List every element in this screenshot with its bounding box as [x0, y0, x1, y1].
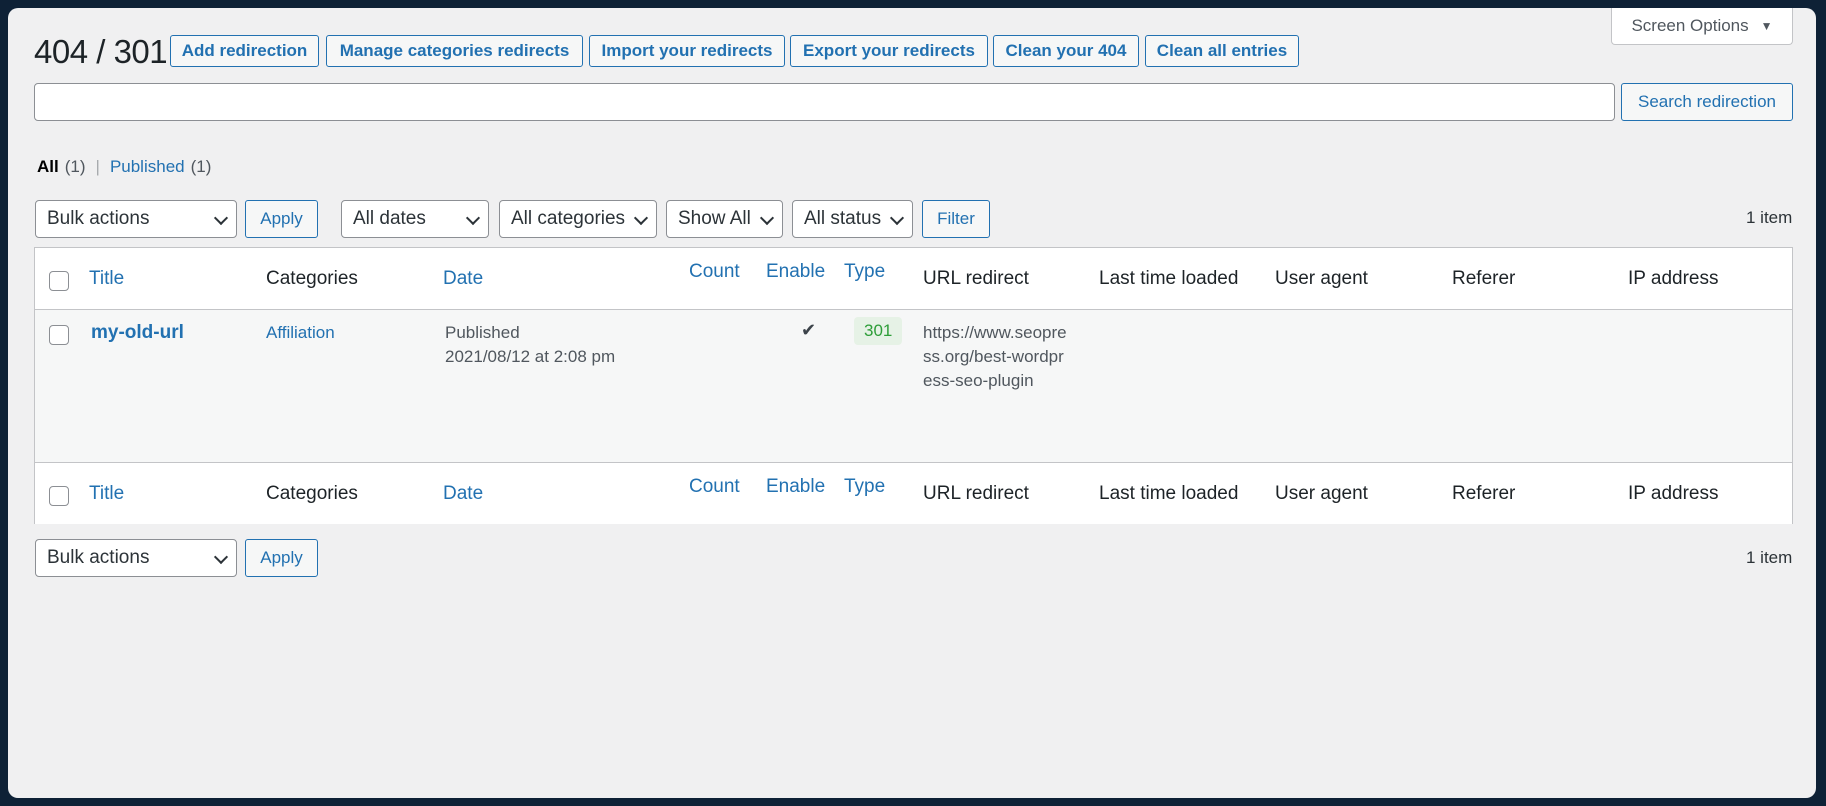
apply-button-bottom[interactable]: Apply: [245, 539, 318, 577]
row-date-value: 2021/08/12 at 2:08 pm: [445, 347, 616, 366]
column-categories-footer: Categories: [266, 483, 358, 504]
apply-button-top[interactable]: Apply: [245, 200, 318, 238]
items-count-top: 1 item: [1746, 208, 1793, 227]
select-all-checkbox-footer[interactable]: [49, 486, 69, 506]
bulk-actions-value-bottom: Bulk actions: [47, 547, 150, 568]
row-title-link[interactable]: my-old-url: [91, 321, 184, 345]
bulk-actions-select-top[interactable]: Bulk actions: [35, 200, 237, 238]
checkmark-icon: ✔: [801, 320, 817, 340]
export-redirects-button[interactable]: Export your redirects: [790, 35, 988, 67]
manage-categories-redirects-button[interactable]: Manage categories redirects: [326, 35, 583, 67]
column-user-agent-footer: User agent: [1275, 483, 1368, 504]
column-categories: Categories: [266, 268, 358, 289]
column-title[interactable]: Title: [89, 268, 124, 290]
table-header: Title Categories Date Count Enable Type …: [35, 248, 1792, 310]
column-date[interactable]: Date: [443, 268, 483, 290]
column-count-footer[interactable]: Count: [689, 476, 740, 498]
show-filter-value: Show All: [678, 208, 751, 229]
chevron-down-icon: [759, 210, 775, 226]
status-filter-select[interactable]: All status: [792, 200, 913, 238]
clean-404-button[interactable]: Clean your 404: [993, 35, 1139, 67]
type-badge: 301: [854, 317, 903, 345]
column-last-time-loaded-footer: Last time loaded: [1099, 483, 1239, 504]
column-ip-address-footer: IP address: [1628, 483, 1719, 504]
page-title: 404 / 301: [34, 33, 168, 70]
column-title-footer[interactable]: Title: [89, 483, 124, 505]
items-count-bottom: 1 item: [1746, 548, 1793, 567]
bulk-actions-select-bottom[interactable]: Bulk actions: [35, 539, 237, 577]
column-last-time-loaded: Last time loaded: [1099, 268, 1239, 289]
row-date-status: Published: [445, 323, 520, 342]
categories-filter-value: All categories: [511, 208, 626, 229]
redirections-table: Title Categories Date Count Enable Type …: [34, 247, 1793, 524]
chevron-down-icon: [465, 210, 481, 226]
column-url-redirect: URL redirect: [923, 268, 1029, 289]
status-views: All (1) | Published (1): [37, 157, 211, 177]
column-date-footer[interactable]: Date: [443, 483, 483, 505]
chevron-down-icon: [213, 210, 229, 226]
bulk-actions-value: Bulk actions: [47, 208, 150, 229]
chevron-down-icon: [213, 549, 229, 565]
row-url-redirect: https://www.seopress.org/best-wordpress-…: [923, 323, 1067, 390]
search-redirection-button[interactable]: Search redirection: [1621, 83, 1793, 121]
categories-filter-select[interactable]: All categories: [499, 200, 657, 238]
column-type-footer[interactable]: Type: [844, 476, 885, 498]
chevron-down-icon: [633, 210, 649, 226]
row-date: Published 2021/08/12 at 2:08 pm: [445, 321, 615, 369]
search-input[interactable]: [34, 83, 1615, 121]
column-ip-address: IP address: [1628, 268, 1719, 289]
view-published-count: (1): [190, 157, 212, 176]
column-referer: Referer: [1452, 268, 1516, 289]
admin-page: 404 / 301 Add redirection Manage categor…: [8, 8, 1816, 798]
screen-options-button[interactable]: Screen Options ▼: [1611, 8, 1793, 45]
table-row: my-old-url Affiliation Published 2021/08…: [35, 310, 1792, 462]
triangle-down-icon: ▼: [1760, 19, 1773, 33]
import-redirects-button[interactable]: Import your redirects: [589, 35, 785, 67]
screen-options-label: Screen Options: [1631, 16, 1749, 35]
add-redirection-button[interactable]: Add redirection: [170, 35, 319, 67]
views-separator: |: [95, 157, 100, 176]
status-filter-value: All status: [804, 208, 882, 229]
dates-filter-select[interactable]: All dates: [341, 200, 489, 238]
show-filter-select[interactable]: Show All: [666, 200, 783, 238]
row-category-link[interactable]: Affiliation: [266, 321, 335, 345]
dates-filter-value: All dates: [353, 208, 426, 229]
view-published-link[interactable]: Published: [110, 157, 185, 177]
clean-all-entries-button[interactable]: Clean all entries: [1145, 35, 1299, 67]
row-checkbox[interactable]: [49, 325, 69, 345]
column-type[interactable]: Type: [844, 261, 885, 283]
select-all-checkbox[interactable]: [49, 271, 69, 291]
column-enable[interactable]: Enable: [766, 261, 825, 283]
column-user-agent: User agent: [1275, 268, 1368, 289]
column-url-redirect-footer: URL redirect: [923, 483, 1029, 504]
column-referer-footer: Referer: [1452, 483, 1516, 504]
view-all-link[interactable]: All: [37, 157, 59, 177]
column-count[interactable]: Count: [689, 261, 740, 283]
view-all-count: (1): [64, 157, 86, 176]
column-enable-footer[interactable]: Enable: [766, 476, 825, 498]
chevron-down-icon: [889, 210, 905, 226]
table-footer: Title Categories Date Count Enable Type …: [35, 462, 1792, 524]
filter-button[interactable]: Filter: [922, 200, 990, 238]
